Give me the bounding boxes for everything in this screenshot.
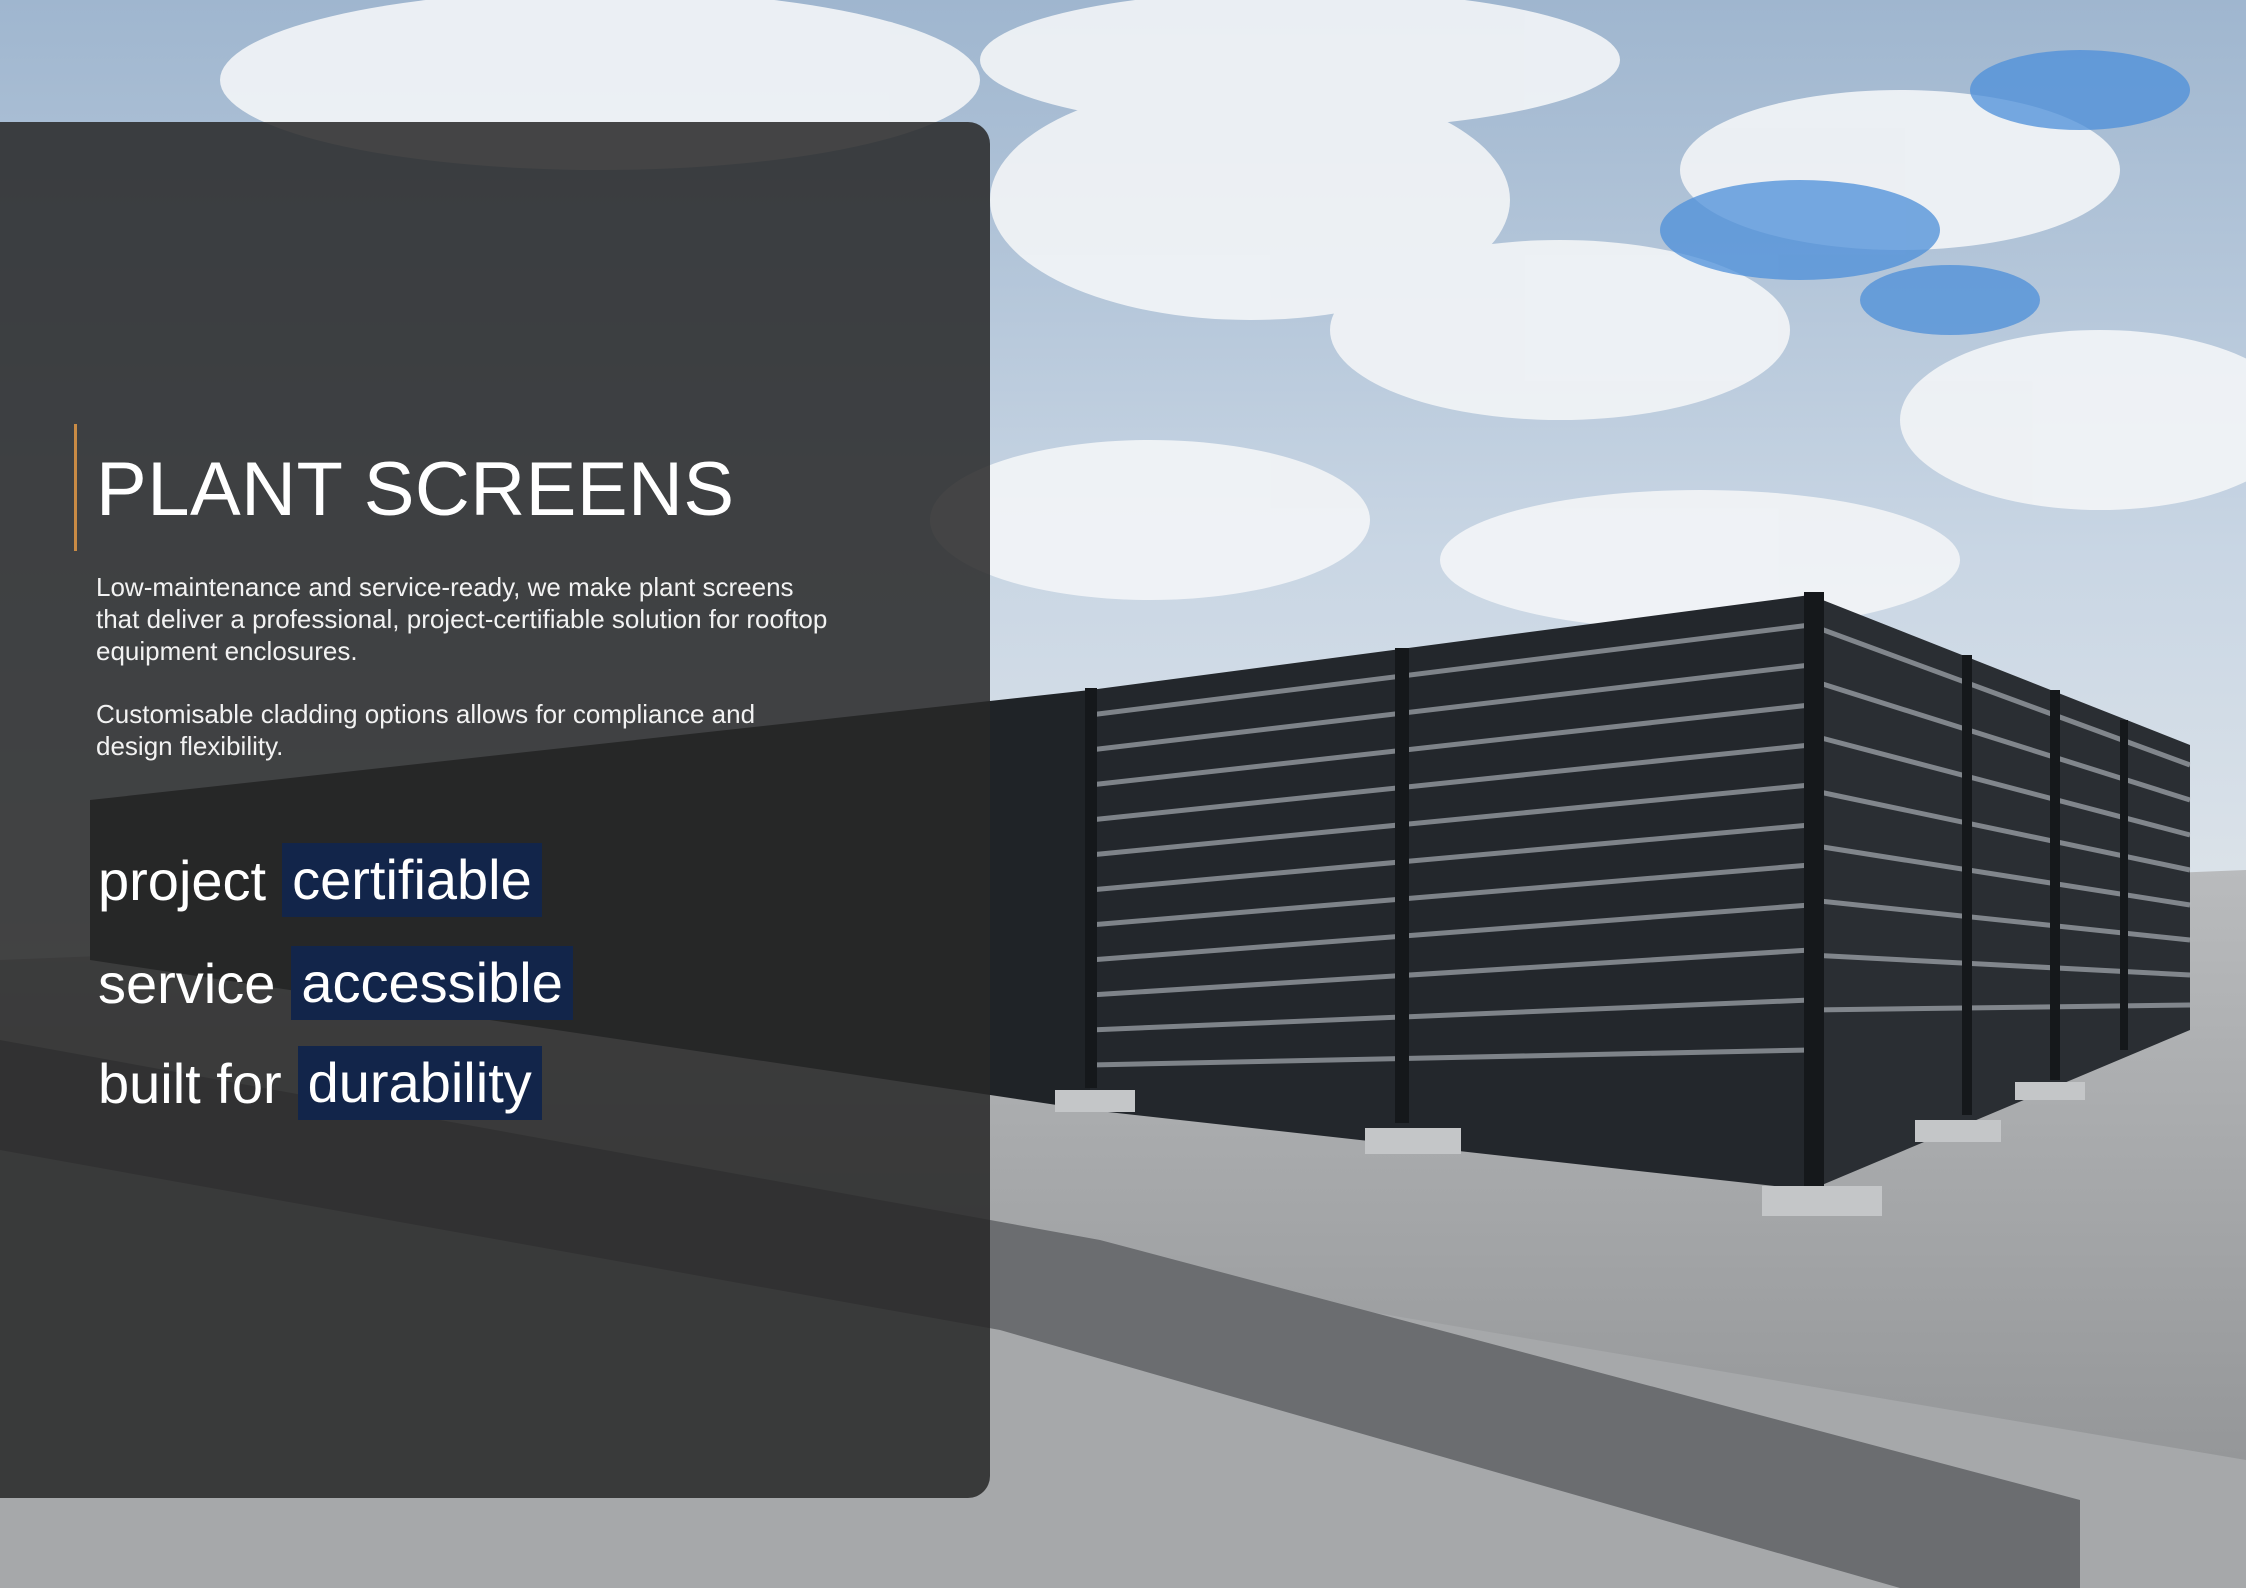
feature-highlight: certifiable <box>282 843 542 917</box>
feature-built-for-durability: built for durability <box>98 1046 542 1120</box>
feature-word: project <box>98 848 267 912</box>
text-panel <box>0 122 990 1498</box>
feature-word: built for <box>98 1051 282 1115</box>
feature-highlight: durability <box>297 1046 542 1120</box>
feature-service-accessible: service accessible <box>98 946 573 1020</box>
feature-project-certifiable: project certifiable <box>98 843 542 917</box>
feature-highlight: accessible <box>291 946 573 1020</box>
feature-word: service <box>98 951 276 1015</box>
page-title: PLANT SCREENS <box>96 447 735 532</box>
title-accent-bar <box>74 424 77 551</box>
intro-paragraph: Low-maintenance and service-ready, we ma… <box>96 572 828 666</box>
detail-paragraph: Customisable cladding options allows for… <box>96 699 756 761</box>
